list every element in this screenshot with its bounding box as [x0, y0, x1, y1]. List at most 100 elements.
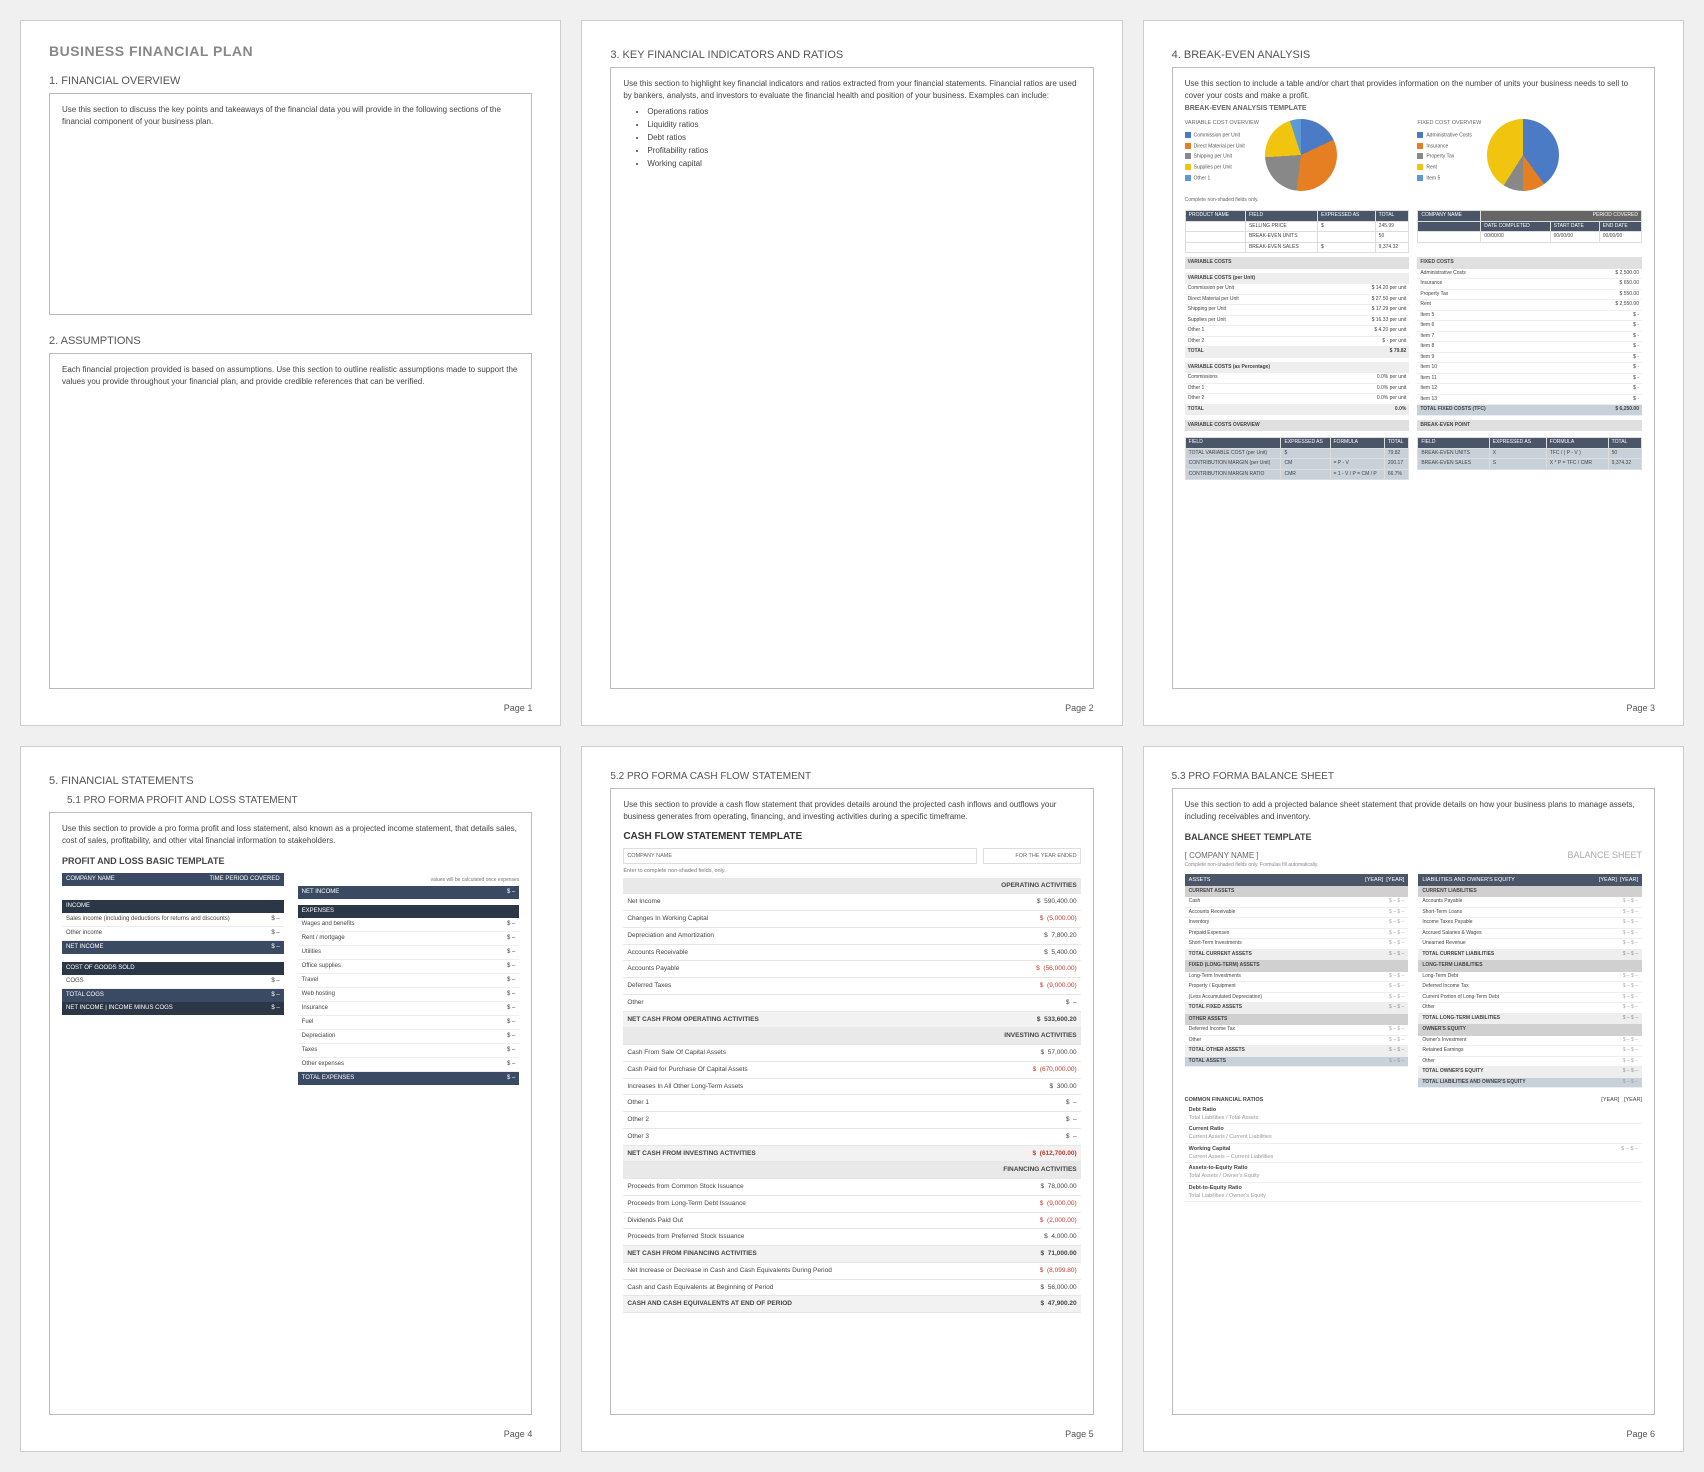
table-row: Proceeds from Common Stock Issuance$ 78,…: [623, 1179, 1080, 1196]
td: 66.7%: [1384, 469, 1409, 480]
table-row: Retained Earnings$ – $ –: [1418, 1046, 1642, 1057]
hdr: COMPANY NAME: [66, 875, 115, 884]
label: TOTAL: [1188, 348, 1204, 356]
variable-cost-pie: [1265, 119, 1337, 191]
bs-template-title: BALANCE SHEET TEMPLATE: [1185, 831, 1642, 845]
td: [1330, 448, 1384, 459]
page-2: 3. KEY FINANCIAL INDICATORS AND RATIOS U…: [581, 20, 1122, 726]
table-row: Item 12$ -: [1417, 384, 1642, 395]
company-name-field: COMPANY NAME: [623, 848, 976, 864]
cur: $: [1040, 1267, 1044, 1274]
label: TOTAL FIXED COSTS (TFC): [1420, 406, 1485, 414]
td: 50: [1608, 448, 1641, 459]
section-hdr: OPERATING ACTIVITIES: [623, 878, 1080, 894]
td: TFC / ( P - V ): [1546, 448, 1608, 459]
tot: TOTAL CURRENT ASSETS: [1189, 951, 1383, 959]
page-number: Page 1: [504, 703, 533, 713]
cf-note: Enter to complete non-shaded fields, onl…: [623, 867, 1080, 875]
td: BREAK-EVEN SALES: [1245, 242, 1317, 253]
vc-column: VARIABLE COSTS VARIABLE COSTS (per Unit)…: [1185, 253, 1410, 416]
section-3-text: Use this section to highlight key financ…: [623, 79, 1076, 100]
bep-summary: BREAK-EVEN POINT FIELD EXPRESSED AS FORM…: [1417, 416, 1642, 481]
legend-item: Item 5: [1417, 175, 1481, 183]
total-label: NET CASH FROM FINANCING ACTIVITIES: [623, 1246, 1012, 1263]
cash-flow-table: OPERATING ACTIVITIES Net Income$ 590,400…: [623, 878, 1080, 1314]
legend-item: Commission per Unit: [1185, 132, 1259, 140]
th: COMPANY NAME: [1418, 211, 1481, 222]
table-row: Item 8$ -: [1417, 342, 1642, 353]
td: BREAK-EVEN UNITS: [1245, 232, 1317, 243]
bep-title: BREAK-EVEN POINT: [1417, 420, 1642, 432]
page-number: Page 5: [1065, 1429, 1094, 1439]
table-row: Proceeds from Preferred Stock Issuance$ …: [623, 1229, 1080, 1246]
td: CMR: [1281, 469, 1330, 480]
row: NET INCOME: [66, 943, 104, 952]
table-row: Short-Term Investments$ – $ –: [1185, 939, 1409, 950]
val: 79.82: [1394, 348, 1407, 354]
table-row: Unearned Revenue$ – $ –: [1418, 939, 1642, 950]
legend-item: Other 1: [1185, 175, 1259, 183]
th: PRODUCT NAME: [1185, 211, 1245, 222]
val: (8,099.80): [1047, 1267, 1077, 1274]
pie-row: VARIABLE COST OVERVIEW Commission per Un…: [1185, 119, 1642, 191]
section-5-2-title: 5.2 PRO FORMA CASH FLOW STATEMENT: [610, 771, 1093, 782]
table-row: Office supplies$ –: [298, 960, 520, 974]
page-number: Page 2: [1065, 703, 1094, 713]
th: FIELD: [1185, 438, 1281, 449]
table-row: Web hosting$ –: [298, 988, 520, 1002]
page-number: Page 3: [1626, 703, 1655, 713]
section-5-3-box: Use this section to add a projected bala…: [1172, 788, 1655, 1415]
td: = 1 - V / P = CM / P: [1330, 469, 1384, 480]
th: FIELD: [1245, 211, 1317, 222]
legend-item: Direct Material per Unit: [1185, 143, 1259, 151]
table-row: Other 2$ –: [623, 1112, 1080, 1129]
hdr: NET INCOME: [302, 888, 340, 897]
section-5-1-text: Use this section to provide a pro forma …: [62, 823, 519, 847]
income-hdr: INCOME: [62, 900, 284, 913]
table-row: Other$ – $ –: [1418, 1003, 1642, 1014]
list-item: Working capital: [647, 158, 1080, 170]
td: 00/00/00: [1599, 232, 1641, 243]
table-row: Cash$ – $ –: [1185, 897, 1409, 908]
list-item: Operations ratios: [647, 106, 1080, 118]
td: 245.99: [1375, 221, 1409, 232]
grand-tot: TOTAL ASSETS: [1189, 1058, 1383, 1066]
cur: $: [1040, 1250, 1044, 1257]
td: CM: [1281, 459, 1330, 470]
vc-header: VARIABLE COSTS: [1185, 257, 1410, 269]
row: NET INCOME | INCOME MINUS COGS: [66, 1004, 173, 1013]
table-row: Deferred Income Tax$ – $ –: [1185, 1025, 1409, 1036]
table-row: Other 10.0% per unit: [1185, 384, 1410, 395]
legend-item: Supplies per Unit: [1185, 164, 1259, 172]
section-5-1-box: Use this section to provide a pro forma …: [49, 812, 532, 1415]
legend-item: Administrative Costs: [1417, 132, 1481, 140]
table-row: Accounts Receivable$ – $ –: [1185, 908, 1409, 919]
td: = P - V: [1330, 459, 1384, 470]
td: 9,374.32: [1375, 242, 1409, 253]
table-row: Commission per Unit$ 14.20 per unit: [1185, 284, 1410, 295]
cf-template-title: CASH FLOW STATEMENT TEMPLATE: [623, 829, 1080, 844]
document-title: BUSINESS FINANCIAL PLAN: [49, 43, 532, 59]
td: BREAK-EVEN UNITS: [1418, 448, 1489, 459]
fc-header: FIXED COSTS: [1417, 257, 1642, 269]
vco-summary-title: VARIABLE COSTS OVERVIEW: [1185, 420, 1410, 432]
legend-item: Insurance: [1417, 143, 1481, 151]
th: EXPRESSED AS: [1281, 438, 1330, 449]
th: FIELD: [1418, 438, 1489, 449]
table-row: Other 1$ –: [623, 1095, 1080, 1112]
page-grid: BUSINESS FINANCIAL PLAN 1. FINANCIAL OVE…: [20, 20, 1684, 1452]
breakeven-title: BREAK-EVEN ANALYSIS TEMPLATE: [1185, 104, 1642, 115]
table-row: Proceeds from Long-Term Debt Issuance$ (…: [623, 1195, 1080, 1212]
section-3-box: Use this section to highlight key financ…: [610, 67, 1093, 689]
ratio-row: Current RatioCurrent Assets / Current Li…: [1185, 1124, 1642, 1144]
th: START DATE: [1550, 221, 1599, 232]
table-row: Supplies per Unit$ 16.33 per unit: [1185, 316, 1410, 327]
val: 56,000.00: [1048, 1284, 1077, 1291]
tot: TOTAL OWNER'S EQUITY: [1422, 1068, 1616, 1076]
table-row: Net Income$ 590,400.00: [623, 894, 1080, 911]
page-3: 4. BREAK-EVEN ANALYSIS Use this section …: [1143, 20, 1684, 726]
pl-right: values will be calculated once expenses …: [298, 873, 520, 1086]
balance-sheet-label: BALANCE SHEET: [1567, 849, 1642, 863]
section-4-text: Use this section to include a table and/…: [1185, 78, 1642, 102]
table-row: Utilities$ –: [298, 946, 520, 960]
